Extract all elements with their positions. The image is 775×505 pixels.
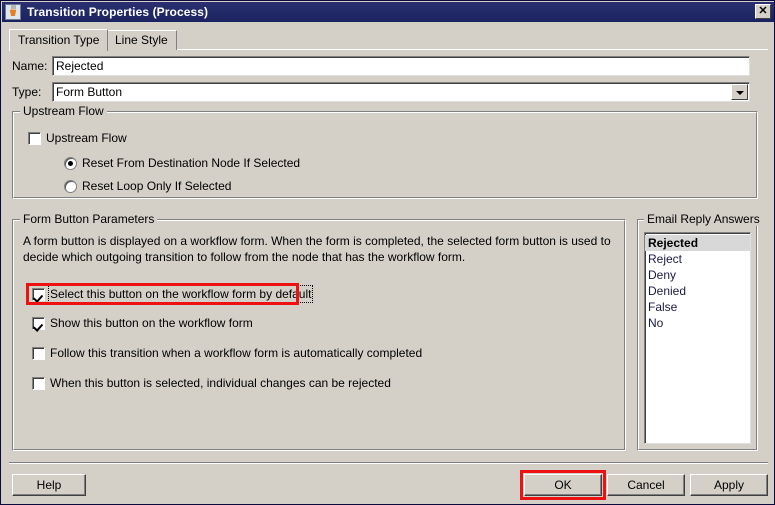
footer-separator	[9, 462, 768, 464]
type-combobox[interactable]: Form Button	[52, 82, 750, 102]
checkbox-box[interactable]	[32, 347, 45, 360]
title-bar: Transition Properties (Process) ✕	[2, 2, 774, 22]
type-row: Type: Form Button	[12, 82, 768, 102]
ok-button[interactable]: OK	[524, 474, 602, 496]
upstream-flow-group-title: Upstream Flow	[20, 105, 107, 118]
chevron-down-icon[interactable]	[731, 84, 748, 100]
radio-label: Reset Loop Only If Selected	[82, 179, 232, 193]
form-button-description: A form button is displayed on a workflow…	[23, 234, 611, 264]
checkbox-select-by-default[interactable]: Select this button on the workflow form …	[32, 285, 314, 303]
list-item[interactable]: Rejected	[645, 235, 750, 251]
checkbox-label: Follow this transition when a workflow f…	[50, 346, 423, 360]
checkbox-individual-changes-rejected[interactable]: When this button is selected, individual…	[32, 376, 391, 390]
radio-button[interactable]	[64, 157, 77, 170]
list-item[interactable]: Reject	[645, 251, 750, 267]
email-reply-answers-group-title: Email Reply Answers	[644, 213, 763, 226]
tab-line-style[interactable]: Line Style	[106, 30, 177, 50]
name-label: Name:	[12, 59, 48, 73]
radio-reset-from-destination-node[interactable]: Reset From Destination Node If Selected	[64, 156, 300, 170]
radio-label: Reset From Destination Node If Selected	[82, 156, 301, 170]
name-input[interactable]: Rejected	[52, 56, 750, 76]
checkbox-box[interactable]	[32, 288, 45, 301]
form-button-parameters-group-title: Form Button Parameters	[20, 213, 158, 226]
email-reply-answers-listbox[interactable]: Rejected Reject Deny Denied False No	[644, 232, 751, 444]
checkbox-label: Show this button on the workflow form	[50, 316, 253, 330]
checkbox-follow-transition-auto-complete[interactable]: Follow this transition when a workflow f…	[32, 346, 422, 360]
checkbox-box[interactable]	[32, 377, 45, 390]
radio-reset-loop-only[interactable]: Reset Loop Only If Selected	[64, 179, 231, 193]
list-item[interactable]: Deny	[645, 267, 750, 283]
type-label: Type:	[12, 85, 42, 99]
help-button[interactable]: Help	[12, 474, 86, 496]
close-icon[interactable]: ✕	[755, 4, 771, 19]
apply-button[interactable]: Apply	[690, 474, 768, 496]
checkbox-box[interactable]	[32, 317, 45, 330]
checkbox-label: Select this button on the workflow form …	[47, 285, 314, 303]
list-item[interactable]: False	[645, 299, 750, 315]
checkbox-label: Upstream Flow	[46, 131, 127, 145]
type-combobox-value[interactable]: Form Button	[52, 82, 750, 102]
name-row: Name: Rejected	[12, 56, 768, 76]
tab-transition-type[interactable]: Transition Type	[9, 29, 109, 51]
checkbox-show-on-workflow-form[interactable]: Show this button on the workflow form	[32, 316, 253, 330]
window-title: Transition Properties (Process)	[27, 5, 209, 19]
cancel-button[interactable]: Cancel	[607, 474, 685, 496]
checkbox-box[interactable]	[28, 132, 41, 145]
java-application-icon	[5, 4, 21, 20]
tab-strip: Transition Type Line Style	[9, 29, 768, 51]
radio-button[interactable]	[64, 180, 77, 193]
checkbox-label: When this button is selected, individual…	[50, 376, 391, 390]
transition-properties-dialog: Transition Properties (Process) ✕ Transi…	[0, 0, 775, 505]
list-item[interactable]: No	[645, 315, 750, 331]
checkbox-upstream-flow[interactable]: Upstream Flow	[28, 131, 127, 145]
list-item[interactable]: Denied	[645, 283, 750, 299]
